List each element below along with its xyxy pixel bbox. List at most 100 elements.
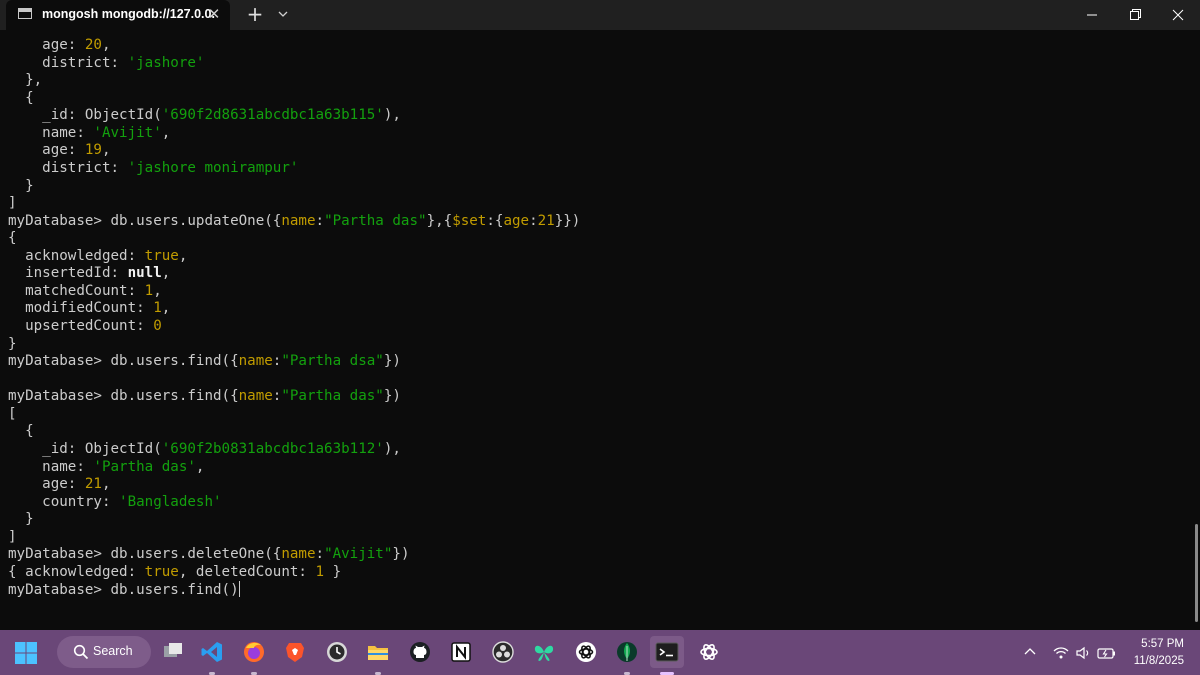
terminal-token: "Partha dsa" xyxy=(281,353,384,370)
search-label: Search xyxy=(93,644,133,658)
close-window-button[interactable] xyxy=(1155,0,1200,30)
taskbar-app-file-explorer[interactable] xyxy=(361,636,395,675)
taskbar-app-chatgpt-2[interactable] xyxy=(692,636,726,668)
chevron-down-icon[interactable] xyxy=(274,4,292,24)
start-button[interactable] xyxy=(14,641,38,665)
taskbar-app-copilot[interactable] xyxy=(527,636,561,668)
taskbar-search[interactable]: Search xyxy=(57,636,151,668)
terminal-token: '690f2d8631abcdbc1a63b115' xyxy=(161,107,384,124)
terminal-token: upsertedCount: xyxy=(8,318,154,334)
scrollbar[interactable] xyxy=(1188,30,1200,628)
chatgpt-icon xyxy=(576,642,596,662)
terminal-token: $set xyxy=(452,212,487,229)
terminal-token: 'Bangladesh' xyxy=(119,493,222,510)
terminal-token: : xyxy=(529,212,538,229)
terminal-token: , xyxy=(195,458,205,475)
notion-icon xyxy=(451,642,471,662)
system-tray[interactable] xyxy=(1052,644,1118,662)
terminal-line: myDatabase> db.users.find() xyxy=(8,581,580,599)
terminal-token: country: xyxy=(8,493,120,510)
terminal-token: }) xyxy=(392,546,410,563)
restore-button[interactable] xyxy=(1112,0,1158,30)
terminal-lines: age: 20, district: 'jashore' }, { _id: O… xyxy=(8,37,580,599)
terminal-line: { xyxy=(8,230,580,248)
terminal-token: , xyxy=(161,124,171,141)
task-view-button[interactable] xyxy=(156,636,190,668)
clock-date[interactable]: 11/8/2025 xyxy=(1122,655,1184,667)
taskbar-app-chatgpt[interactable] xyxy=(569,636,603,668)
terminal-line: myDatabase> db.users.deleteOne({name:"Av… xyxy=(8,546,580,564)
terminal-token: , deletedCount: xyxy=(178,563,316,580)
terminal-token: age: xyxy=(8,37,85,53)
terminal-token: name xyxy=(238,353,273,370)
terminal-line: myDatabase> db.users.find({name:"Partha … xyxy=(8,353,580,371)
obs-icon xyxy=(492,641,514,663)
taskbar-app-mongodb-compass[interactable] xyxy=(610,636,644,675)
brave-icon xyxy=(286,643,304,662)
terminal-line: myDatabase> db.users.find({name:"Partha … xyxy=(8,388,580,406)
terminal-token: name xyxy=(281,546,316,563)
scrollbar-thumb[interactable] xyxy=(1195,524,1198,622)
taskbar-app-terminal[interactable] xyxy=(650,636,684,675)
terminal-token: : xyxy=(315,546,325,563)
terminal-line: country: 'Bangladesh' xyxy=(8,494,580,512)
terminal-line: age: 20, xyxy=(8,37,580,55)
text-cursor xyxy=(238,581,240,598)
taskbar-app-github-desktop[interactable] xyxy=(403,636,437,668)
terminal-token: "Partha das" xyxy=(281,388,384,405)
terminal-tab[interactable]: mongosh mongodb://127.0.0. ✕ xyxy=(6,0,230,30)
terminal-token: { xyxy=(8,423,34,440)
terminal-token: "Avijit" xyxy=(324,546,393,563)
terminal-line: } xyxy=(8,511,580,529)
terminal-line: insertedId: null, xyxy=(8,265,580,283)
terminal-line: matchedCount: 1, xyxy=(8,283,580,301)
terminal-token: }, xyxy=(8,72,43,89)
terminal-output[interactable]: age: 20, district: 'jashore' }, { _id: O… xyxy=(0,30,1188,628)
terminal-token: [ xyxy=(8,405,17,422)
terminal-token: }) xyxy=(383,388,401,405)
terminal-token: 1 xyxy=(144,282,154,299)
taskbar-app-brave[interactable] xyxy=(278,636,312,668)
terminal-token: 21 xyxy=(84,476,102,493)
terminal-token: _id: ObjectId( xyxy=(8,107,162,124)
terminal-token: { acknowledged: xyxy=(8,563,145,580)
volume-icon xyxy=(1076,646,1089,660)
terminal-line: district: 'jashore monirampur' xyxy=(8,160,580,178)
vscode-icon xyxy=(201,642,222,662)
terminal-token: { xyxy=(8,89,34,106)
chevron-up-icon[interactable] xyxy=(1022,644,1038,660)
taskbar-app-clock[interactable] xyxy=(320,636,354,668)
terminal-token: },{ xyxy=(426,212,453,229)
taskbar-app-vscode[interactable] xyxy=(195,636,229,675)
taskbar-app-notion[interactable] xyxy=(444,636,478,668)
terminal-token: ), xyxy=(383,440,401,457)
terminal-token: null xyxy=(127,265,162,282)
terminal-line: ] xyxy=(8,195,580,213)
terminal-line: age: 21, xyxy=(8,476,580,494)
new-tab-button[interactable]: + xyxy=(244,3,266,25)
folder-icon xyxy=(368,646,388,660)
terminal-icon xyxy=(655,642,679,662)
terminal-token: name xyxy=(238,388,273,405)
terminal-line: }, xyxy=(8,72,580,90)
terminal-token: } xyxy=(8,177,34,194)
terminal-token: ] xyxy=(8,528,17,545)
terminal-token: } xyxy=(324,563,342,580)
terminal-token: } xyxy=(8,335,17,352)
terminal-token: ] xyxy=(8,195,17,212)
close-tab-icon[interactable]: ✕ xyxy=(204,4,224,24)
terminal-token: , xyxy=(161,265,171,282)
taskbar: Search 5:57 PM 11/8/2025 xyxy=(0,630,1200,675)
taskbar-app-obs[interactable] xyxy=(486,636,520,668)
terminal-token: matchedCount: xyxy=(8,282,145,299)
clock-time[interactable]: 5:57 PM xyxy=(1122,638,1184,650)
terminal-token: 'jashore monirampur' xyxy=(127,159,299,176)
terminal-token: myDatabase> db.users.deleteOne({ xyxy=(8,546,282,563)
terminal-line: { xyxy=(8,90,580,108)
minimize-button[interactable] xyxy=(1069,0,1115,30)
github-icon xyxy=(410,642,430,662)
taskbar-app-firefox[interactable] xyxy=(237,636,271,675)
butterfly-icon xyxy=(534,645,554,661)
terminal-token: 0 xyxy=(153,318,162,334)
